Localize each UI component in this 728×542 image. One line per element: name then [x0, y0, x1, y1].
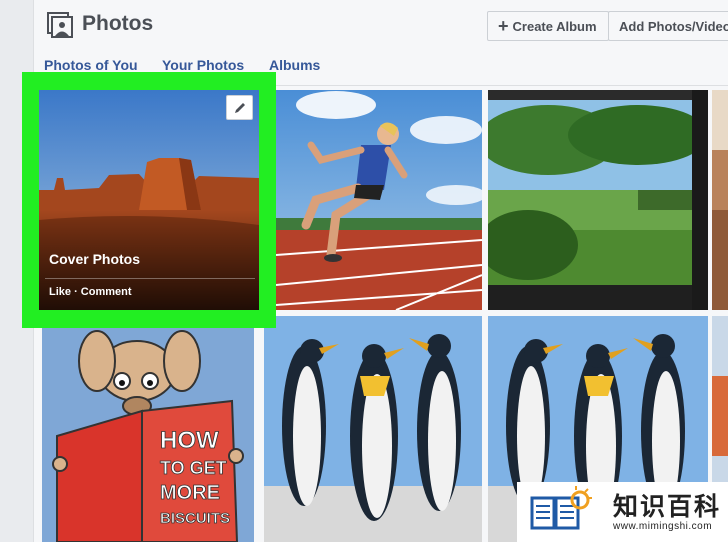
watermark-logo-icon	[530, 486, 592, 530]
cover-divider	[45, 278, 255, 279]
album-tile-dog-cartoon[interactable]: HOW TO GET MORE BISCUITS	[42, 316, 254, 542]
album-tile-penguins[interactable]	[264, 316, 482, 542]
book-text-line-4: BISCUITS	[160, 510, 230, 527]
window-view-image	[488, 90, 708, 310]
tab-photos-of-you[interactable]: Photos of You	[44, 57, 138, 73]
album-tile-building[interactable]	[712, 90, 728, 310]
book-text-line-3: MORE	[160, 482, 220, 504]
cover-photos-image	[39, 90, 259, 310]
page-title: Photos	[82, 12, 154, 35]
plus-icon: +	[498, 16, 509, 36]
album-tile-window-view[interactable]	[488, 90, 708, 310]
add-photos-button[interactable]: Add Photos/Video	[608, 11, 728, 41]
book-text-line-2: TO GET	[160, 458, 227, 478]
album-tile-sprinter[interactable]	[276, 90, 482, 310]
watermark-title: 知识百科	[613, 492, 722, 521]
add-photos-label: Add Photos/Video	[619, 18, 728, 34]
watermark-url: www.mimingshi.com	[613, 521, 713, 532]
edit-album-button[interactable]	[226, 95, 253, 120]
album-title-cover-photos[interactable]: Cover Photos	[49, 251, 140, 267]
tab-your-photos[interactable]: Your Photos	[162, 57, 244, 73]
book-text-line-1: HOW	[160, 427, 219, 454]
create-album-button[interactable]: + Create Album	[487, 11, 609, 41]
penguins-image	[264, 316, 482, 542]
sprinter-image	[276, 90, 482, 310]
create-album-label: Create Album	[512, 18, 597, 34]
dog-cartoon-image: HOW TO GET MORE BISCUITS	[42, 316, 254, 542]
tab-albums[interactable]: Albums	[269, 57, 320, 73]
album-tile-cover-photos[interactable]	[39, 90, 259, 310]
photos-icon	[47, 12, 73, 38]
building-image	[712, 90, 728, 310]
pencil-icon	[234, 102, 245, 113]
like-comment-links[interactable]: Like · Comment	[49, 286, 132, 298]
